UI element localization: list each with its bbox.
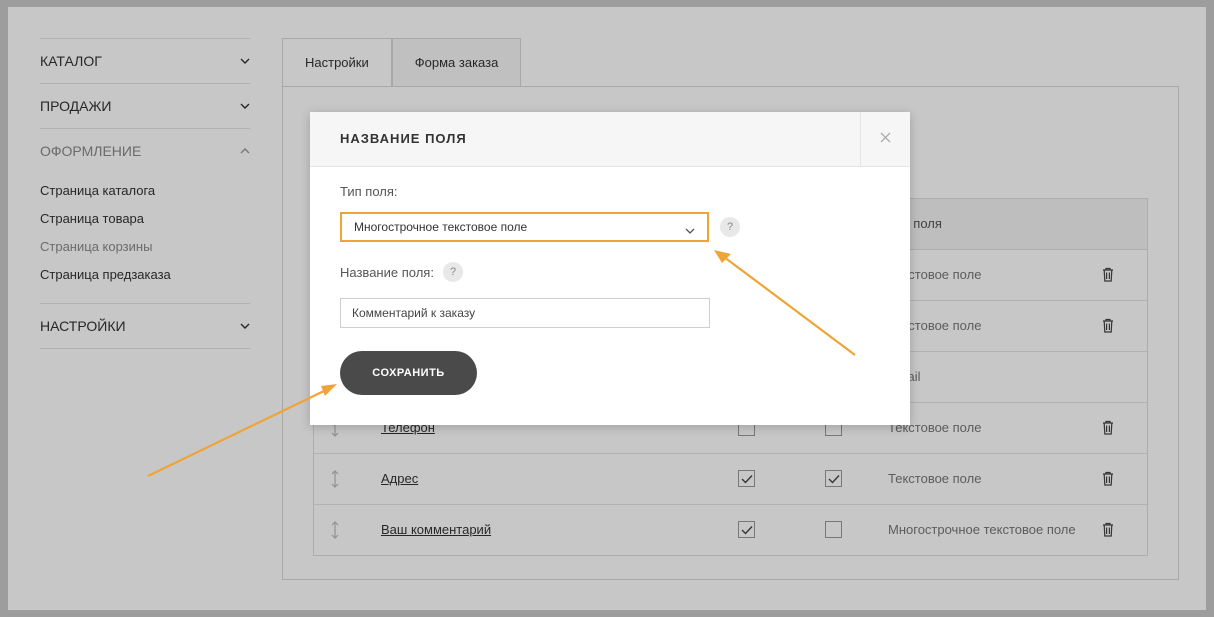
modal-header: НАЗВАНИЕ ПОЛЯ bbox=[310, 112, 910, 167]
save-button[interactable]: СОХРАНИТЬ bbox=[340, 351, 477, 395]
field-type-label: Тип поля: bbox=[340, 184, 398, 199]
close-icon bbox=[880, 130, 891, 148]
field-type-select[interactable]: Многострочное текстовое поле bbox=[340, 212, 709, 242]
close-button[interactable] bbox=[860, 112, 910, 166]
chevron-down-icon bbox=[685, 223, 695, 237]
field-name-label: Название поля: bbox=[340, 265, 434, 280]
field-name-input[interactable]: Комментарий к заказу bbox=[340, 298, 710, 328]
field-type-value: Многострочное текстовое поле bbox=[354, 220, 528, 234]
help-icon[interactable]: ? bbox=[720, 217, 740, 237]
modal-title: НАЗВАНИЕ ПОЛЯ bbox=[340, 131, 467, 146]
field-name-modal: НАЗВАНИЕ ПОЛЯ Тип поля: Многострочное те… bbox=[310, 112, 910, 425]
help-icon[interactable]: ? bbox=[443, 262, 463, 282]
